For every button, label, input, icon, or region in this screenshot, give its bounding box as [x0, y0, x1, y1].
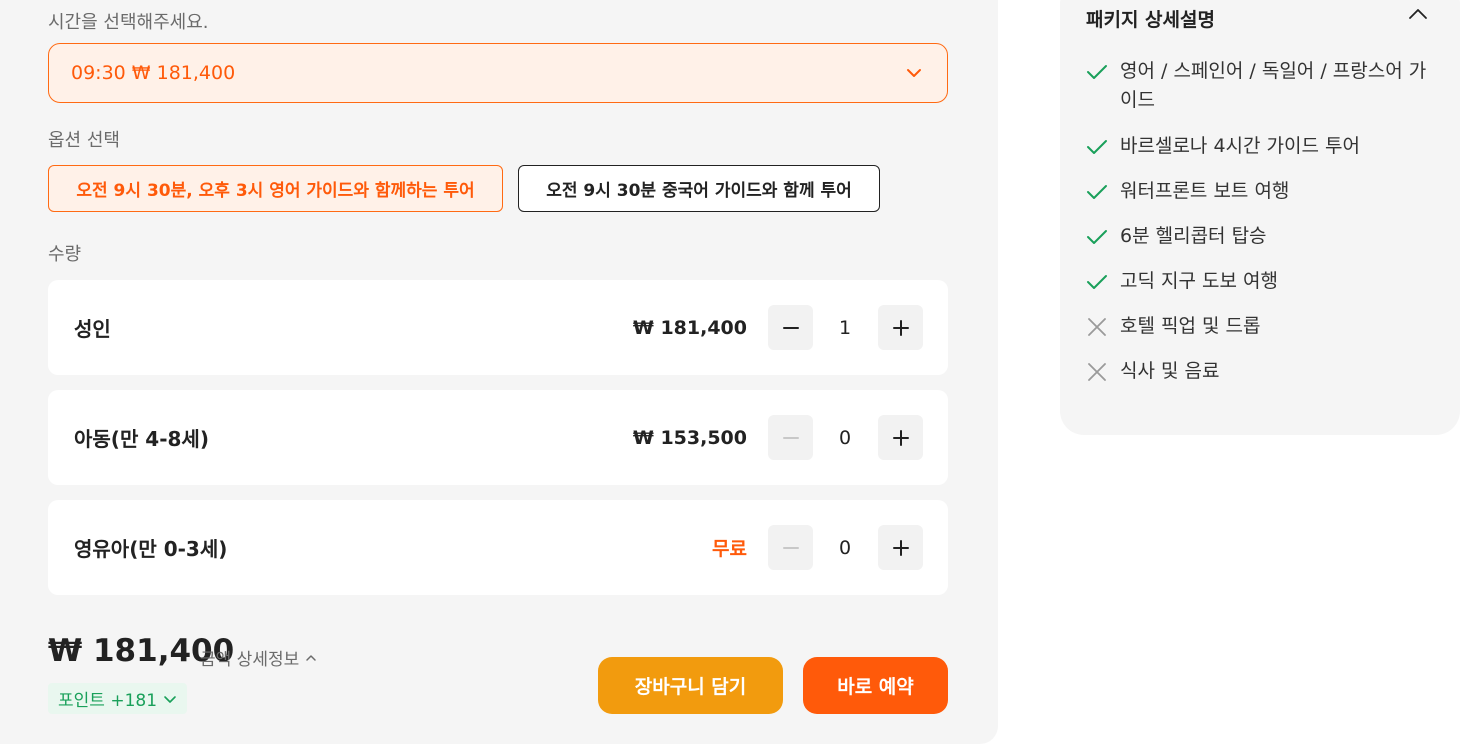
package-feature-item: 고딕 지구 도보 여행 — [1086, 267, 1436, 296]
price-detail-toggle[interactable]: 금액 상세정보 — [200, 645, 317, 670]
package-feature-text: 고딕 지구 도보 여행 — [1120, 270, 1278, 292]
check-icon — [1086, 222, 1110, 251]
quantity-row-name: 아동(만 4-8세) — [74, 427, 209, 451]
check-icon — [1086, 132, 1110, 161]
cross-icon — [1086, 312, 1110, 341]
package-feature-text: 6분 헬리콥터 탑승 — [1120, 225, 1267, 247]
increase-infant-button[interactable] — [878, 525, 923, 570]
chevron-up-icon — [1409, 9, 1427, 19]
quantity-section-label: 수량 — [48, 244, 82, 265]
plus-icon — [892, 319, 909, 336]
add-to-cart-button[interactable]: 장바구니 담기 — [598, 657, 783, 714]
quantity-row-child: 아동(만 4-8세) ₩ 153,500 0 — [48, 390, 948, 485]
points-badge[interactable]: 포인트 +181 — [48, 683, 188, 714]
increase-adult-button[interactable] — [878, 305, 923, 350]
quantity-row-price: ₩ 153,500 — [632, 426, 747, 449]
package-feature-item: 호텔 픽업 및 드롭 — [1086, 312, 1436, 341]
option-chinese-guide-tour[interactable]: 오전 9시 30분 중국어 가이드와 함께 투어 — [518, 165, 880, 212]
time-section-label: 시간을 선택해주세요. — [48, 12, 209, 33]
quantity-row-price: 무료 — [712, 538, 747, 560]
cross-icon — [1086, 357, 1110, 386]
package-feature-item: 영어 / 스페인어 / 독일어 / 프랑스어 가이드 — [1086, 57, 1436, 115]
decrease-child-button[interactable] — [768, 415, 813, 460]
check-icon — [1086, 177, 1110, 206]
option-english-guide-tour[interactable]: 오전 9시 30분, 오후 3시 영어 가이드와 함께하는 투어 — [48, 165, 503, 212]
check-icon — [1086, 57, 1110, 86]
package-feature-item: 워터프론트 보트 여행 — [1086, 177, 1436, 206]
adult-count: 1 — [838, 316, 852, 339]
time-select-value: 09:30 ₩ 181,400 — [71, 62, 236, 84]
package-feature-text: 영어 / 스페인어 / 독일어 / 프랑스어 가이드 — [1120, 60, 1427, 111]
child-count: 0 — [838, 426, 852, 449]
decrease-infant-button[interactable] — [768, 525, 813, 570]
package-feature-text: 워터프론트 보트 여행 — [1120, 180, 1290, 202]
chevron-down-icon — [164, 695, 176, 703]
package-feature-text: 호텔 픽업 및 드롭 — [1120, 315, 1261, 337]
chevron-down-icon — [903, 62, 925, 84]
package-feature-text: 식사 및 음료 — [1120, 360, 1220, 382]
price-detail-label: 금액 상세정보 — [200, 650, 300, 670]
quantity-row-price: ₩ 181,400 — [632, 316, 747, 339]
decrease-adult-button[interactable] — [768, 305, 813, 350]
minus-icon — [782, 436, 799, 439]
package-feature-item: 바르셀로나 4시간 가이드 투어 — [1086, 132, 1436, 161]
time-select-dropdown[interactable]: 09:30 ₩ 181,400 — [48, 43, 948, 103]
increase-child-button[interactable] — [878, 415, 923, 460]
book-now-button[interactable]: 바로 예약 — [803, 657, 948, 714]
points-label: 포인트 +181 — [58, 691, 158, 711]
package-details-title: 패키지 상세설명 — [1086, 9, 1215, 31]
quantity-row-infant: 영유아(만 0-3세) 무료 0 — [48, 500, 948, 595]
minus-icon — [782, 546, 799, 549]
package-feature-item: 식사 및 음료 — [1086, 357, 1436, 386]
option-section-label: 옵션 선택 — [48, 130, 120, 151]
package-feature-item: 6분 헬리콥터 탑승 — [1086, 222, 1436, 251]
plus-icon — [892, 539, 909, 556]
quantity-row-name: 영유아(만 0-3세) — [74, 537, 228, 561]
chevron-up-icon — [306, 654, 316, 661]
infant-count: 0 — [838, 536, 852, 559]
plus-icon — [892, 429, 909, 446]
quantity-row-adult: 성인 ₩ 181,400 1 — [48, 280, 948, 375]
minus-icon — [782, 326, 799, 329]
check-icon — [1086, 267, 1110, 296]
package-feature-text: 바르셀로나 4시간 가이드 투어 — [1120, 135, 1360, 157]
quantity-row-name: 성인 — [74, 317, 111, 341]
collapse-package-button[interactable] — [1406, 4, 1430, 24]
